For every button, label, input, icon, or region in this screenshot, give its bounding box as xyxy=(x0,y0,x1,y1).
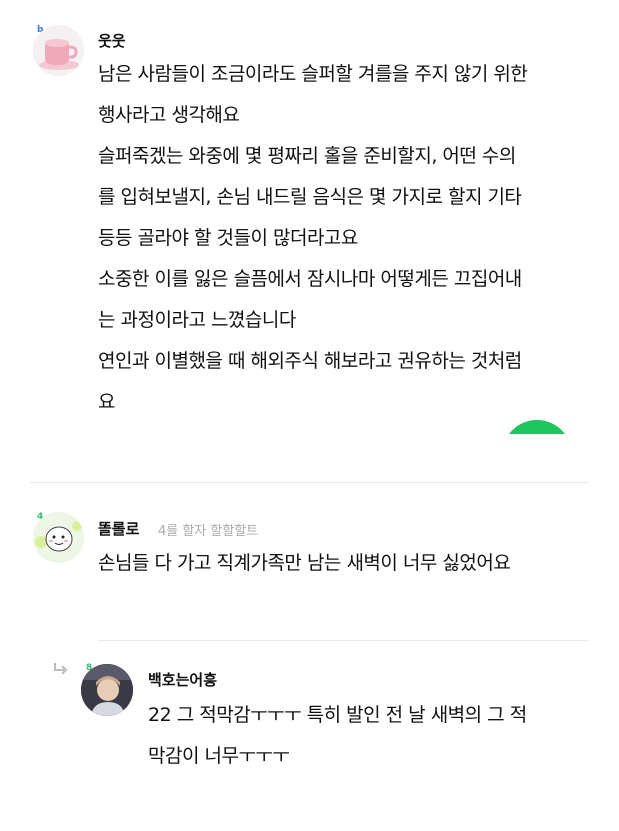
comment-line: 등등 골라야 할 것들이 많더라고요 xyxy=(98,227,358,249)
avatar[interactable] xyxy=(33,512,84,563)
comment-line: 는 과정이라고 느꼈습니다 xyxy=(98,309,296,331)
comment-text: 남은 사람들이 조금이라도 슬퍼할 겨를을 주지 않기 위한 행사라고 생각해요… xyxy=(98,54,528,423)
profile-photo-icon xyxy=(81,664,133,716)
floating-action-button[interactable] xyxy=(490,420,590,434)
comment-author[interactable]: 웃웃 xyxy=(98,30,126,51)
avatar[interactable] xyxy=(33,25,84,76)
comment-line: 행사라고 생각해요 xyxy=(98,104,240,126)
comment-line: 남은 사람들이 조금이라도 슬퍼할 겨를을 주지 않기 위한 xyxy=(98,63,528,85)
character-icon xyxy=(33,512,84,563)
comment-line: 를 입혀보낼지, 손님 내드릴 음식은 몇 가지로 할지 기타 xyxy=(98,186,522,208)
comment-text: 손님들 다 가고 직계가족만 남는 새벽이 너무 싫었어요 xyxy=(98,543,511,584)
comment-line: 손님들 다 가고 직계가족만 남는 새벽이 너무 싫었어요 xyxy=(98,552,511,574)
reply-line: 막감이 너무ㅜㅜㅜ xyxy=(148,745,290,767)
comment-line: 소중한 이를 잃은 슬픔에서 잠시나마 어떻게든 끄집어내 xyxy=(98,268,522,290)
cup-icon xyxy=(33,25,84,76)
reply-author[interactable]: 백호는어흥 xyxy=(148,669,217,690)
comment-line: 요 xyxy=(98,391,115,413)
comment-line: 슬퍼죽겠는 와중에 몇 평짜리 홀을 준비할지, 어떤 수의 xyxy=(98,145,516,167)
reply-line: 22 그 적막감ㅜㅜㅜ 특히 발인 전 날 새벽의 그 적 xyxy=(148,704,527,726)
comment-author[interactable]: 똘롤로 xyxy=(98,518,139,539)
comment-meta: 4를 할자 할할할트 xyxy=(158,524,259,539)
avatar[interactable] xyxy=(81,664,133,716)
comment-line: 연인과 이별했을 때 해외주식 해보라고 권유하는 것처럼 xyxy=(98,350,522,372)
divider xyxy=(30,482,589,483)
divider xyxy=(98,640,589,641)
reply-arrow-icon xyxy=(54,663,68,675)
reply-text: 22 그 적막감ㅜㅜㅜ 특히 발인 전 날 새벽의 그 적 막감이 너무ㅜㅜㅜ xyxy=(148,695,527,777)
